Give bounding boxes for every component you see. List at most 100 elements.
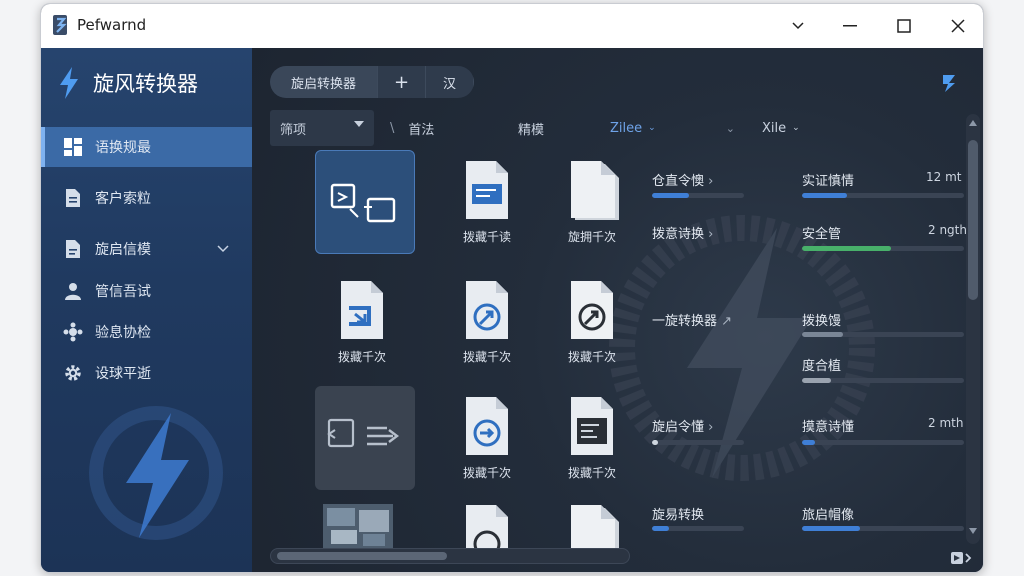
sidebar-item-label: 客户索粒 (95, 191, 151, 207)
sidebar-item-label: 设球平逝 (95, 366, 151, 382)
column-header-5[interactable]: Xile ⌄ (762, 110, 800, 146)
convert-tile[interactable] (315, 386, 415, 490)
stat-label: 摸意诗懂 (802, 420, 855, 435)
add-tab-button[interactable]: + (378, 66, 426, 98)
close-icon (951, 19, 965, 33)
document-stack-icon (569, 160, 619, 220)
convert-outline-icon (327, 418, 399, 448)
file-item[interactable]: 拨藏千读 (447, 160, 527, 245)
column-header-3[interactable]: 精模 (518, 110, 544, 146)
document-arrow-icon (339, 280, 385, 340)
main-panel: 旋启转换器 + 汉 筛项 \ 首法 精模 Zilee ⌄ ⌄ Xile ⌄ 拨藏… (252, 48, 983, 572)
sidebar-item-verify[interactable]: 验息协检 (41, 312, 252, 352)
user-icon (63, 281, 83, 301)
convert-icon (330, 183, 396, 223)
progress-bar (802, 526, 964, 531)
sidebar-item-label: 语换规最 (95, 140, 151, 156)
column-header-label: 首法 (408, 122, 435, 138)
maximize-button[interactable] (877, 4, 931, 48)
chevron-down-icon: ⌄ (648, 123, 656, 133)
scroll-up-icon[interactable] (969, 120, 977, 126)
stat-label: 安全管 (802, 227, 842, 242)
progress-bar (802, 193, 964, 198)
lightning-small-icon (943, 75, 955, 92)
filter-dropdown[interactable]: 筛项 (270, 110, 374, 146)
minimize-button[interactable] (823, 4, 877, 48)
grid-menu-button[interactable] (982, 70, 983, 96)
column-header-label: 精模 (518, 122, 545, 138)
file-name: 拨藏千次 (462, 466, 511, 480)
sidebar-item-overview[interactable]: 语换规最 (41, 127, 252, 167)
brand-title: 旋风转换器 (93, 72, 198, 96)
sidebar-item-settings[interactable]: 设球平逝 (41, 353, 252, 393)
file-icon (63, 239, 83, 259)
send-button[interactable] (950, 550, 974, 566)
file-item[interactable]: 拨藏千次 (447, 396, 527, 481)
stat-value: 2 ngth (928, 223, 967, 237)
tab-converter[interactable]: 旋启转换器 (270, 66, 378, 98)
horizontal-scrollbar[interactable] (270, 548, 630, 564)
sidebar-item-label: 管信吾试 (95, 284, 151, 300)
sidebar: 旋风转换器 语换规最 客户索粒 旋启信模 管信吾试 验息协检 设球平逝 (41, 48, 252, 572)
sidebar-item-users[interactable]: 管信吾试 (41, 271, 252, 311)
stat-label: 旋易转换 (652, 508, 705, 523)
tab-grid[interactable]: 汉 (426, 66, 474, 98)
file-name: 拨藏千次 (567, 350, 616, 364)
stat-label: 实证慎情 (802, 174, 855, 189)
dashboard-icon (63, 137, 83, 157)
play-forward-icon (951, 552, 972, 564)
file-name: 拨藏千次 (567, 466, 616, 480)
document-blue-icon (464, 160, 510, 220)
document-circle-dark-icon (569, 280, 615, 340)
file-item[interactable] (318, 504, 398, 552)
caret-down-icon (354, 121, 364, 127)
column-header-label: Zilee (610, 120, 643, 136)
file-item[interactable]: 拨藏千次 (552, 280, 632, 365)
vertical-scroll-thumb[interactable] (968, 140, 978, 300)
column-header-4[interactable]: Zilee ⌄ ⌄ (610, 110, 735, 146)
stat-label: 拨意诗换 › (652, 227, 714, 242)
close-button[interactable] (931, 4, 983, 48)
horizontal-scroll-thumb[interactable] (277, 552, 447, 560)
filter-label: 筛项 (280, 122, 307, 138)
progress-bar (652, 193, 744, 198)
maximize-icon (897, 19, 911, 33)
stat-label: 仓直令懊 › (652, 174, 714, 189)
chevron-down-icon: ⌄ (725, 121, 735, 135)
app-switch-button[interactable] (936, 70, 962, 96)
network-icon (63, 322, 83, 342)
title-bar: Pefwarnd (41, 4, 983, 48)
app-window: Pefwarnd 旋风转换器 语换规最 客户索粒 旋启信模 管信吾试 验息协检 … (40, 3, 984, 573)
file-item[interactable]: 拨藏千次 (552, 396, 632, 481)
file-item[interactable]: 拨藏千次 (447, 280, 527, 365)
gear-icon (63, 363, 83, 383)
progress-bar (802, 332, 964, 337)
chevron-down-button[interactable] (771, 4, 825, 48)
toolbar-tabs: 旋启转换器 + 汉 (270, 66, 474, 98)
file-name: 拨藏千读 (462, 230, 511, 244)
convert-tile-selected[interactable] (315, 150, 415, 254)
sidebar-item-label: 验息协检 (95, 325, 151, 341)
scroll-down-icon[interactable] (969, 528, 977, 534)
minimize-icon (843, 25, 857, 27)
stat-label: 一旋转换器 ↗ (652, 314, 733, 329)
chevron-down-icon[interactable] (217, 242, 229, 256)
sidebar-item-customers[interactable]: 客户索粒 (41, 178, 252, 218)
document-circle-arrow-icon (464, 280, 510, 340)
column-header-2[interactable]: \ 首法 (390, 110, 434, 146)
stat-label: 度合植 (802, 359, 842, 374)
slash-icon: \ (390, 120, 395, 136)
vertical-scrollbar[interactable] (966, 114, 980, 544)
file-item[interactable]: 旋拥千次 (552, 160, 632, 245)
file-item[interactable]: 拨藏千次 (322, 280, 402, 365)
decorative-lightning-icon (609, 215, 875, 481)
stat-value: 2 mth (928, 416, 964, 430)
app-logo-icon (53, 15, 67, 35)
progress-bar (802, 378, 964, 383)
stat-value: 12 mt (926, 170, 962, 184)
stat-label: 拨换馒 (802, 314, 842, 329)
sidebar-item-files[interactable]: 旋启信模 (41, 229, 252, 269)
progress-bar (802, 246, 964, 251)
lightning-logo-icon (60, 67, 78, 99)
stat-label: 旋启令懂 › (652, 420, 714, 435)
